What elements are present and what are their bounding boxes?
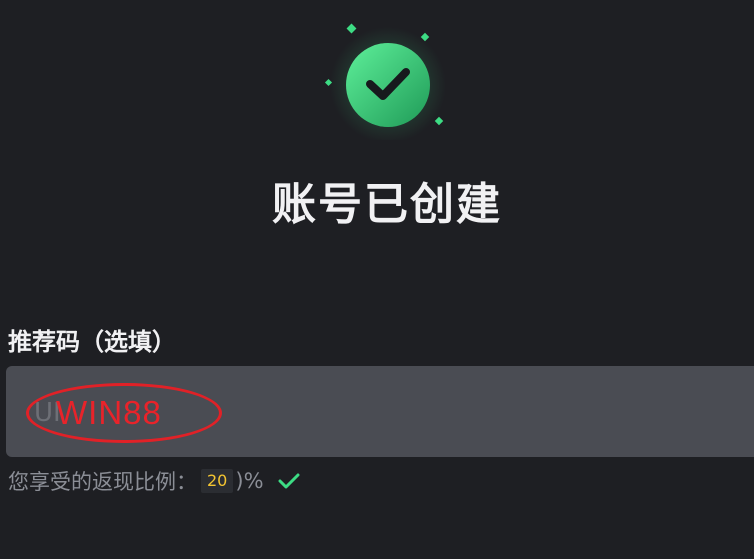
referral-code-label: 推荐码（选填） bbox=[8, 328, 176, 356]
success-check-icon bbox=[318, 20, 458, 140]
annotated-referral-code: WIN88 bbox=[56, 394, 162, 431]
rebate-rate-value: 20 bbox=[201, 469, 234, 493]
check-circle-icon bbox=[324, 23, 446, 140]
rebate-rate-row: 您享受的返现比例： 20 ) % bbox=[8, 465, 300, 497]
referral-code-input[interactable]: UI WIN88 bbox=[6, 366, 754, 457]
rebate-rate-unit: % bbox=[243, 469, 264, 493]
rebate-rate-paren: ) bbox=[235, 469, 244, 493]
rebate-rate-label: 您享受的返现比例： bbox=[8, 470, 197, 494]
page-title: 账号已创建 bbox=[272, 179, 502, 230]
check-icon bbox=[278, 473, 300, 489]
